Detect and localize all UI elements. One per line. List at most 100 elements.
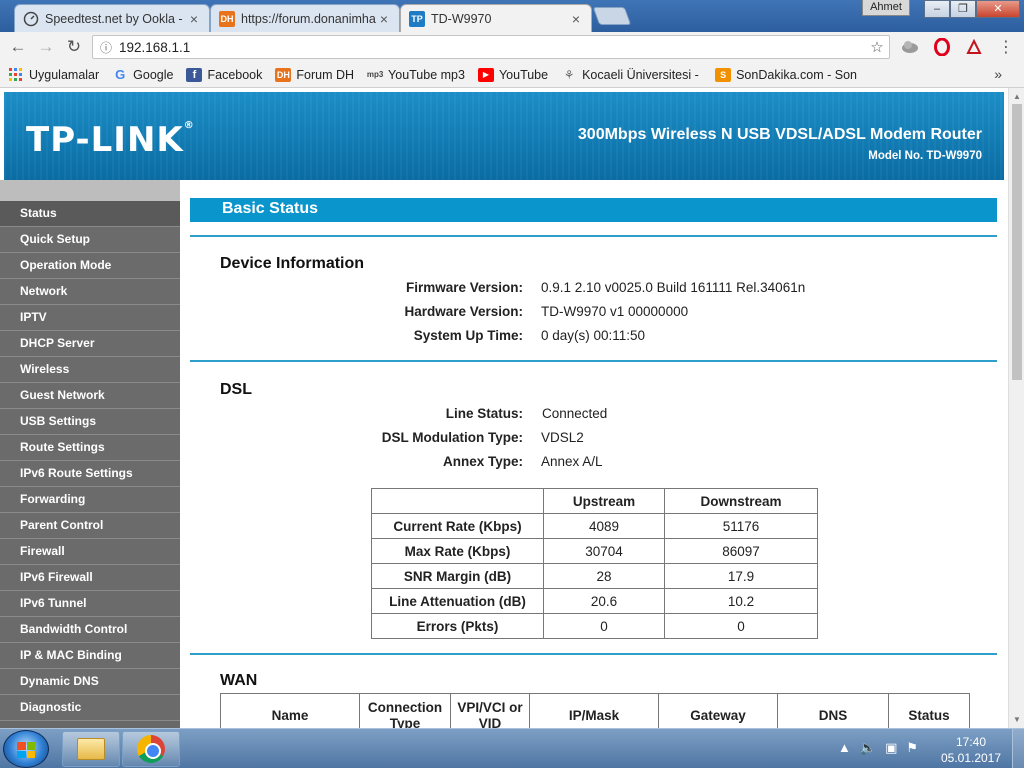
windows-taskbar: ▲ 🔈 ▣ ⚑ 17:40 05.01.2017 (0, 728, 1024, 768)
scrollbar-thumb[interactable] (1012, 104, 1022, 380)
bookmark-youtube[interactable]: ▶ YouTube (477, 67, 548, 82)
action-center-icon[interactable]: ⚑ (906, 740, 918, 756)
sidebar-item-status[interactable]: Status (0, 201, 180, 227)
sidebar-item-ipv6-tunnel[interactable]: IPv6 Tunnel (0, 591, 180, 617)
maximize-button[interactable]: ❐ (950, 0, 976, 18)
show-hidden-icons-icon[interactable]: ▲ (838, 740, 851, 756)
sidebar-item-firewall[interactable]: Firewall (0, 539, 180, 565)
scroll-up-icon[interactable]: ▲ (1013, 92, 1021, 101)
facebook-icon: f (186, 67, 203, 82)
uptime-value: 0 day(s) 00:11:50 (541, 328, 646, 343)
sidebar-item-bandwidth-control[interactable]: Bandwidth Control (0, 617, 180, 643)
bookmark-label: Uygulamalar (29, 67, 100, 82)
taskbar-file-explorer[interactable] (62, 731, 120, 767)
close-window-button[interactable]: ✕ (976, 0, 1020, 18)
taskbar-clock[interactable]: 17:40 05.01.2017 (936, 734, 1006, 766)
apps-grid-icon (8, 67, 24, 82)
sidebar-item-route-settings[interactable]: Route Settings (0, 435, 180, 461)
sidebar-item-diagnostic[interactable]: Diagnostic (0, 695, 180, 721)
bookmark-kocaeli[interactable]: ⚘ Kocaeli Üniversitesi - ( (561, 68, 702, 82)
firmware-value: 0.9.1 2.10 v0025.0 Build 161111 Rel.3406… (541, 280, 806, 295)
sidebar-item-ip-mac-binding[interactable]: IP & MAC Binding (0, 643, 180, 669)
sidebar-item-network[interactable]: Network (0, 279, 180, 305)
sondakika-icon: S (715, 67, 732, 82)
sidebar-item-iptv[interactable]: IPTV (0, 305, 180, 331)
sidebar-item-operation-mode[interactable]: Operation Mode (0, 253, 180, 279)
sidebar-item-ipv6-route-settings[interactable]: IPv6 Route Settings (0, 461, 180, 487)
table-row: Errors (Pkts) 0 0 (371, 613, 818, 639)
sidebar-item-usb-settings[interactable]: USB Settings (0, 409, 180, 435)
bookmark-youtube-mp3[interactable]: mp3 YouTube mp3 (367, 68, 465, 82)
network-icon[interactable]: ▣ (885, 740, 897, 756)
forward-button[interactable]: → (32, 37, 60, 57)
tab-td-w9970[interactable]: TP TD-W9970 × (400, 4, 592, 32)
wan-header-vpi-vci: VPI/VCI or VID (450, 693, 530, 728)
dsl-title: DSL (220, 381, 252, 398)
sidebar-item-wireless[interactable]: Wireless (0, 357, 180, 383)
downstream-header: Downstream (664, 488, 818, 514)
window-controls: – ❐ ✕ (924, 0, 1020, 18)
annex-value: Annex A/L (541, 454, 603, 469)
start-button[interactable] (3, 730, 49, 768)
tab-speedtest[interactable]: Speedtest.net by Ookla - × (14, 4, 210, 32)
divider (190, 360, 997, 362)
close-icon[interactable]: × (187, 11, 201, 27)
more-bookmarks-icon[interactable]: » (994, 66, 1002, 82)
reload-button[interactable]: ↻ (60, 37, 88, 57)
bookmark-sondakika[interactable]: S SonDakika.com - Son (715, 67, 857, 82)
mp3-icon: mp3 (366, 70, 384, 79)
bookmark-apps[interactable]: Uygulamalar (8, 67, 100, 82)
sidebar-item-parent-control[interactable]: Parent Control (0, 513, 180, 539)
page-title: Basic Status (190, 198, 997, 222)
wan-table: Name Connection Type VPI/VCI or VID IP/M… (220, 693, 970, 728)
sidebar-item-guest-network[interactable]: Guest Network (0, 383, 180, 409)
new-tab-button[interactable] (592, 7, 632, 25)
speedometer-icon (23, 11, 39, 27)
youtube-icon: ▶ (477, 67, 494, 82)
info-icon[interactable]: ⓘ (93, 39, 119, 56)
modulation-value: VDSL2 (541, 430, 584, 445)
google-icon: G (115, 67, 126, 82)
sidebar-item-ipv6-firewall[interactable]: IPv6 Firewall (0, 565, 180, 591)
back-button[interactable]: ← (4, 37, 32, 57)
sidebar-item-dynamic-dns[interactable]: Dynamic DNS (0, 669, 180, 695)
annex-label: Annex Type: (442, 454, 523, 469)
page-scrollbar[interactable]: ▲ ▼ (1008, 88, 1024, 728)
sidebar-item-quick-setup[interactable]: Quick Setup (0, 227, 180, 253)
menu-icon[interactable]: ⋮ (996, 37, 1016, 57)
opera-icon[interactable] (932, 37, 952, 57)
close-icon[interactable]: × (569, 11, 583, 27)
line-status-value: Connected (542, 406, 608, 421)
dh-favicon-icon: DH (219, 10, 235, 27)
bookmark-label: Facebook (207, 67, 263, 82)
bookmark-google[interactable]: G Google (112, 67, 174, 82)
clock-time: 17:40 (955, 735, 987, 749)
volume-icon[interactable]: 🔈 (860, 740, 876, 756)
acrobat-icon[interactable] (964, 37, 984, 57)
bookmark-facebook[interactable]: f Facebook (186, 67, 263, 82)
clock-date: 05.01.2017 (940, 751, 1002, 765)
divider (190, 235, 997, 237)
product-name: 300Mbps Wireless N USB VDSL/ADSL Modem R… (577, 126, 982, 143)
bookmark-forum-dh[interactable]: DH Forum DH (275, 67, 355, 82)
table-row: Line Attenuation (dB) 20.6 10.2 (371, 588, 818, 614)
scroll-down-icon[interactable]: ▼ (1013, 715, 1021, 724)
extension-cloud-icon[interactable] (900, 37, 920, 57)
close-icon[interactable]: × (377, 11, 391, 27)
bookmark-label: Forum DH (296, 67, 355, 82)
minimize-button[interactable]: – (924, 0, 950, 18)
bookmark-label: Kocaeli Üniversitesi - ( (582, 67, 703, 82)
show-desktop-button[interactable] (1012, 729, 1024, 768)
bookmark-label: SonDakika.com - Son (736, 67, 857, 82)
dsl-stats-table: Upstream Downstream Current Rate (Kbps) … (371, 488, 818, 639)
tab-donanimhaber[interactable]: DH https://forum.donanimha × (210, 4, 400, 32)
modulation-label: DSL Modulation Type: (381, 430, 523, 445)
address-bar[interactable]: ⓘ 192.168.1.1 ☆ (92, 35, 890, 59)
divider (190, 653, 997, 655)
profile-button[interactable]: Ahmet (862, 0, 910, 16)
sidebar-item-dhcp-server[interactable]: DHCP Server (0, 331, 180, 357)
bookmark-star-icon[interactable]: ☆ (865, 38, 889, 56)
sidebar-item-forwarding[interactable]: Forwarding (0, 487, 180, 513)
taskbar-chrome[interactable] (122, 731, 180, 767)
bookmark-label: Google (133, 67, 174, 82)
